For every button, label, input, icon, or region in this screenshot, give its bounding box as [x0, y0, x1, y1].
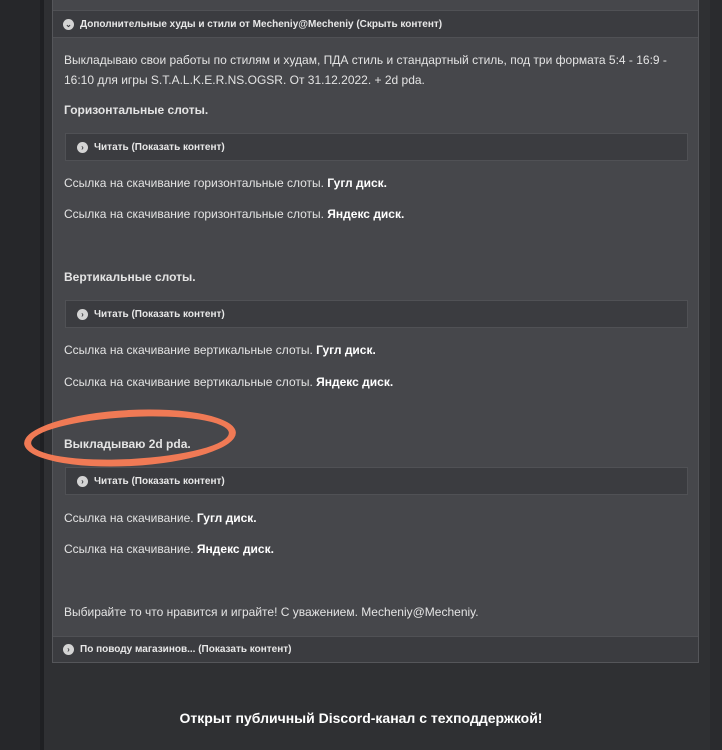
spoiler-toggle-horizontal[interactable]: › Читать (Показать контент) — [65, 133, 688, 161]
chevron-right-circle-icon: › — [77, 308, 88, 320]
yandex-disk-link[interactable]: Яндекс диск. — [327, 207, 404, 221]
right-strip — [710, 0, 722, 750]
spoiler-label: Читать (Показать контент) — [94, 141, 225, 153]
chevron-down-circle-icon: ⌄ — [63, 18, 74, 30]
spoiler-toggle-2d-pda[interactable]: › Читать (Показать контент) — [65, 467, 688, 495]
google-drive-link[interactable]: Гугл диск. — [316, 343, 376, 357]
download-line: Ссылка на скачивание. Гугл диск. — [64, 508, 257, 528]
download-line: Ссылка на скачивание. Яндекс диск. — [64, 539, 274, 559]
spoiler-label: По поводу магазинов... (Показать контент… — [80, 644, 292, 655]
spoiler-label: Читать (Показать контент) — [94, 475, 225, 487]
download-line: Ссылка на скачивание вертикальные слоты.… — [64, 372, 393, 392]
spoiler-toggle-vertical[interactable]: › Читать (Показать контент) — [65, 300, 688, 328]
download-text: Ссылка на скачивание горизонтальные слот… — [64, 207, 328, 221]
left-gutter — [0, 0, 40, 750]
forum-post: ⌄ Дополнительные худы и стили от Mecheni… — [52, 0, 699, 663]
chevron-right-circle-icon: › — [77, 475, 88, 487]
google-drive-link[interactable]: Гугл диск. — [197, 511, 257, 525]
download-line: Ссылка на скачивание горизонтальные слот… — [64, 173, 387, 193]
spoiler-toggle-extra-huds[interactable]: ⌄ Дополнительные худы и стили от Mecheni… — [53, 10, 698, 38]
yandex-disk-link[interactable]: Яндекс диск. — [197, 542, 274, 556]
download-line: Ссылка на скачивание вертикальные слоты.… — [64, 340, 376, 360]
download-text: Ссылка на скачивание. — [64, 511, 197, 525]
google-drive-link[interactable]: Гугл диск. — [327, 176, 387, 190]
yandex-disk-link[interactable]: Яндекс диск. — [316, 375, 393, 389]
spoiler-toggle-shops[interactable]: › По поводу магазинов... (Показать конте… — [53, 636, 698, 662]
intro-text: Выкладываю свои работы по стилям и худам… — [64, 53, 667, 87]
spoiler-label: Читать (Показать контент) — [94, 308, 225, 320]
section-heading-horizontal: Горизонтальные слоты. — [64, 103, 209, 117]
discord-announcement[interactable]: Открыт публичный Discord-канал с техподд… — [0, 710, 722, 726]
closing-text: Выбирайте то что нравится и играйте! С у… — [64, 605, 479, 619]
section-heading-2d-pda: Выкладываю 2d pda. — [64, 437, 191, 451]
download-line: Ссылка на скачивание горизонтальные слот… — [64, 204, 404, 224]
content-column: ⌄ Дополнительные худы и стили от Mecheni… — [44, 0, 710, 750]
download-text: Ссылка на скачивание горизонтальные слот… — [64, 176, 328, 190]
spoiler-label: Дополнительные худы и стили от Mecheniy@… — [80, 18, 443, 30]
download-text: Ссылка на скачивание вертикальные слоты. — [64, 375, 317, 389]
download-text: Ссылка на скачивание. — [64, 542, 197, 556]
download-text: Ссылка на скачивание вертикальные слоты. — [64, 343, 317, 357]
section-heading-vertical: Вертикальные слоты. — [64, 270, 196, 284]
chevron-right-circle-icon: › — [63, 644, 74, 655]
chevron-right-circle-icon: › — [77, 141, 88, 153]
